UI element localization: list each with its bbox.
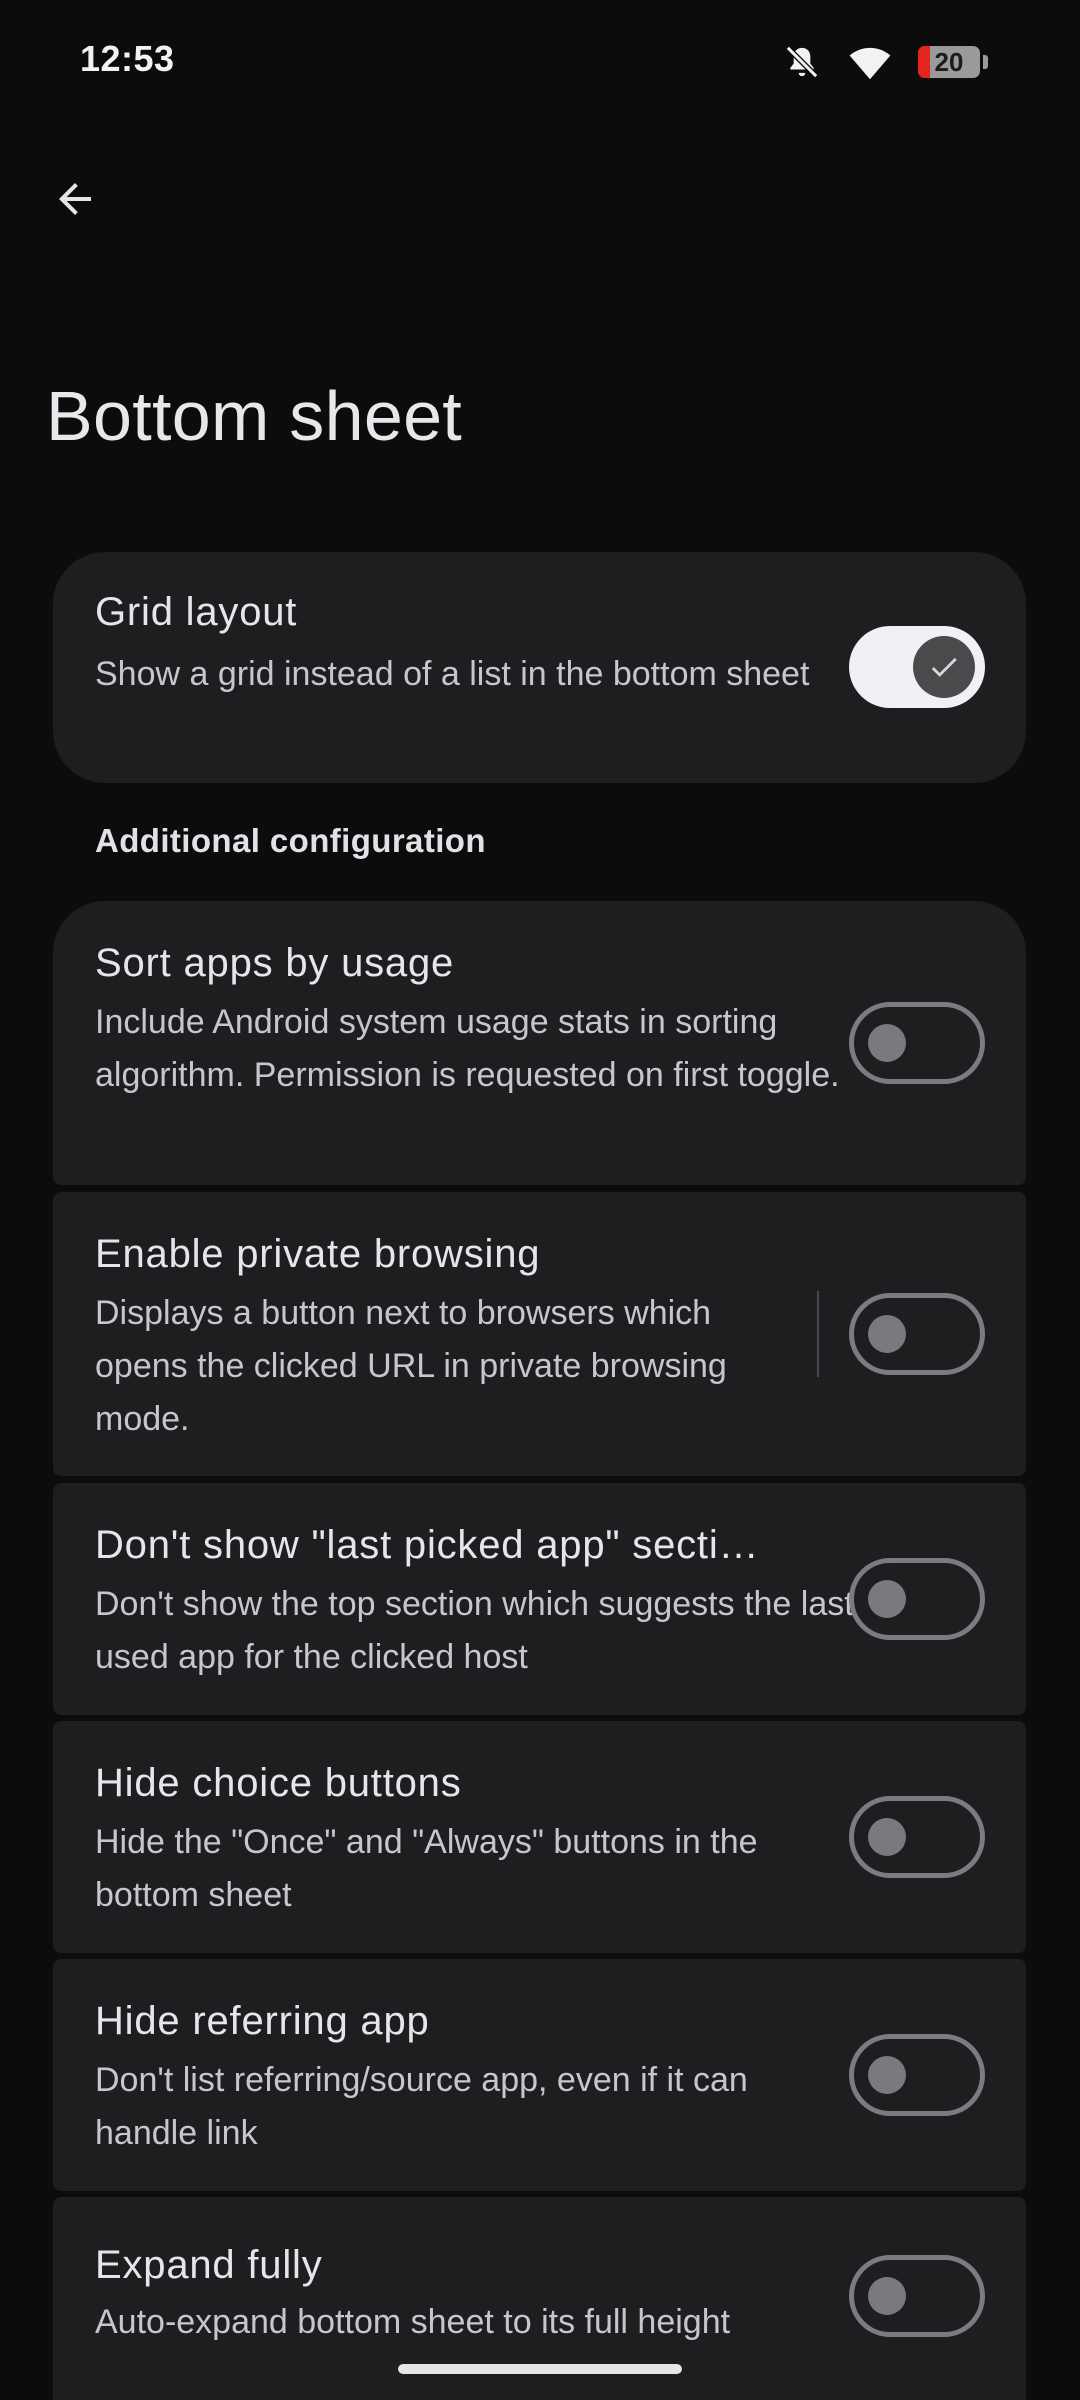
- page-title: Bottom sheet: [46, 377, 463, 455]
- last-picked-app-title: Don't show "last picked app" secti…: [95, 1523, 760, 1567]
- expand-fully-title: Expand fully: [95, 2243, 323, 2287]
- grid-layout-description: Show a grid instead of a list in the bot…: [95, 655, 810, 693]
- sort-apps-description: Include Android system usage stats in so…: [95, 1003, 840, 1094]
- hide-referring-app-toggle[interactable]: [849, 2034, 985, 2116]
- expand-fully-description: Auto-expand bottom sheet to its full hei…: [95, 2303, 731, 2341]
- hide-choice-buttons-description: Hide the "Once" and "Always" buttons in …: [95, 1823, 758, 1914]
- hide-choice-buttons-title: Hide choice buttons: [95, 1761, 462, 1805]
- last-picked-app-description: Don't show the top section which suggest…: [95, 1585, 854, 1676]
- status-bar: 12:53 20: [0, 0, 1080, 120]
- sort-apps-toggle[interactable]: [849, 1002, 985, 1084]
- expand-fully-toggle[interactable]: [849, 2255, 985, 2337]
- divider: [817, 1291, 819, 1377]
- last-picked-app-card[interactable]: Don't show "last picked app" secti… Don'…: [53, 1483, 1026, 1715]
- hide-choice-buttons-card[interactable]: Hide choice buttons Hide the "Once" and …: [53, 1721, 1026, 1953]
- hide-referring-app-card[interactable]: Hide referring app Don't list referring/…: [53, 1959, 1026, 2191]
- status-icons: 20: [782, 38, 988, 86]
- status-time: 12:53: [80, 38, 175, 79]
- sort-apps-title: Sort apps by usage: [95, 941, 455, 985]
- mute-icon: [782, 42, 822, 82]
- check-icon: [931, 657, 957, 677]
- private-browsing-toggle[interactable]: [849, 1293, 985, 1375]
- grid-layout-card[interactable]: Grid layout Show a grid instead of a lis…: [53, 552, 1026, 783]
- grid-layout-title: Grid layout: [95, 590, 298, 634]
- battery-level-text: 20: [934, 47, 964, 77]
- hide-referring-app-description: Don't list referring/source app, even if…: [95, 2061, 748, 2152]
- gesture-nav-handle[interactable]: [398, 2364, 682, 2374]
- sort-apps-by-usage-card[interactable]: Sort apps by usage Include Android syste…: [53, 901, 1026, 1185]
- hide-choice-buttons-toggle[interactable]: [849, 1796, 985, 1878]
- back-button[interactable]: [42, 166, 108, 232]
- arrow-left-icon: [59, 183, 91, 215]
- private-browsing-description: Displays a button next to browsers which…: [95, 1294, 727, 1438]
- wifi-icon: [848, 42, 892, 82]
- last-picked-app-toggle[interactable]: [849, 1558, 985, 1640]
- toggle-knob: [913, 636, 975, 698]
- hide-referring-app-title: Hide referring app: [95, 1999, 430, 2043]
- grid-layout-toggle[interactable]: [849, 626, 985, 708]
- private-browsing-card[interactable]: Enable private browsing Displays a butto…: [53, 1192, 1026, 1476]
- battery-icon: 20: [918, 46, 988, 78]
- private-browsing-title: Enable private browsing: [95, 1232, 541, 1276]
- section-header: Additional configuration: [95, 822, 486, 859]
